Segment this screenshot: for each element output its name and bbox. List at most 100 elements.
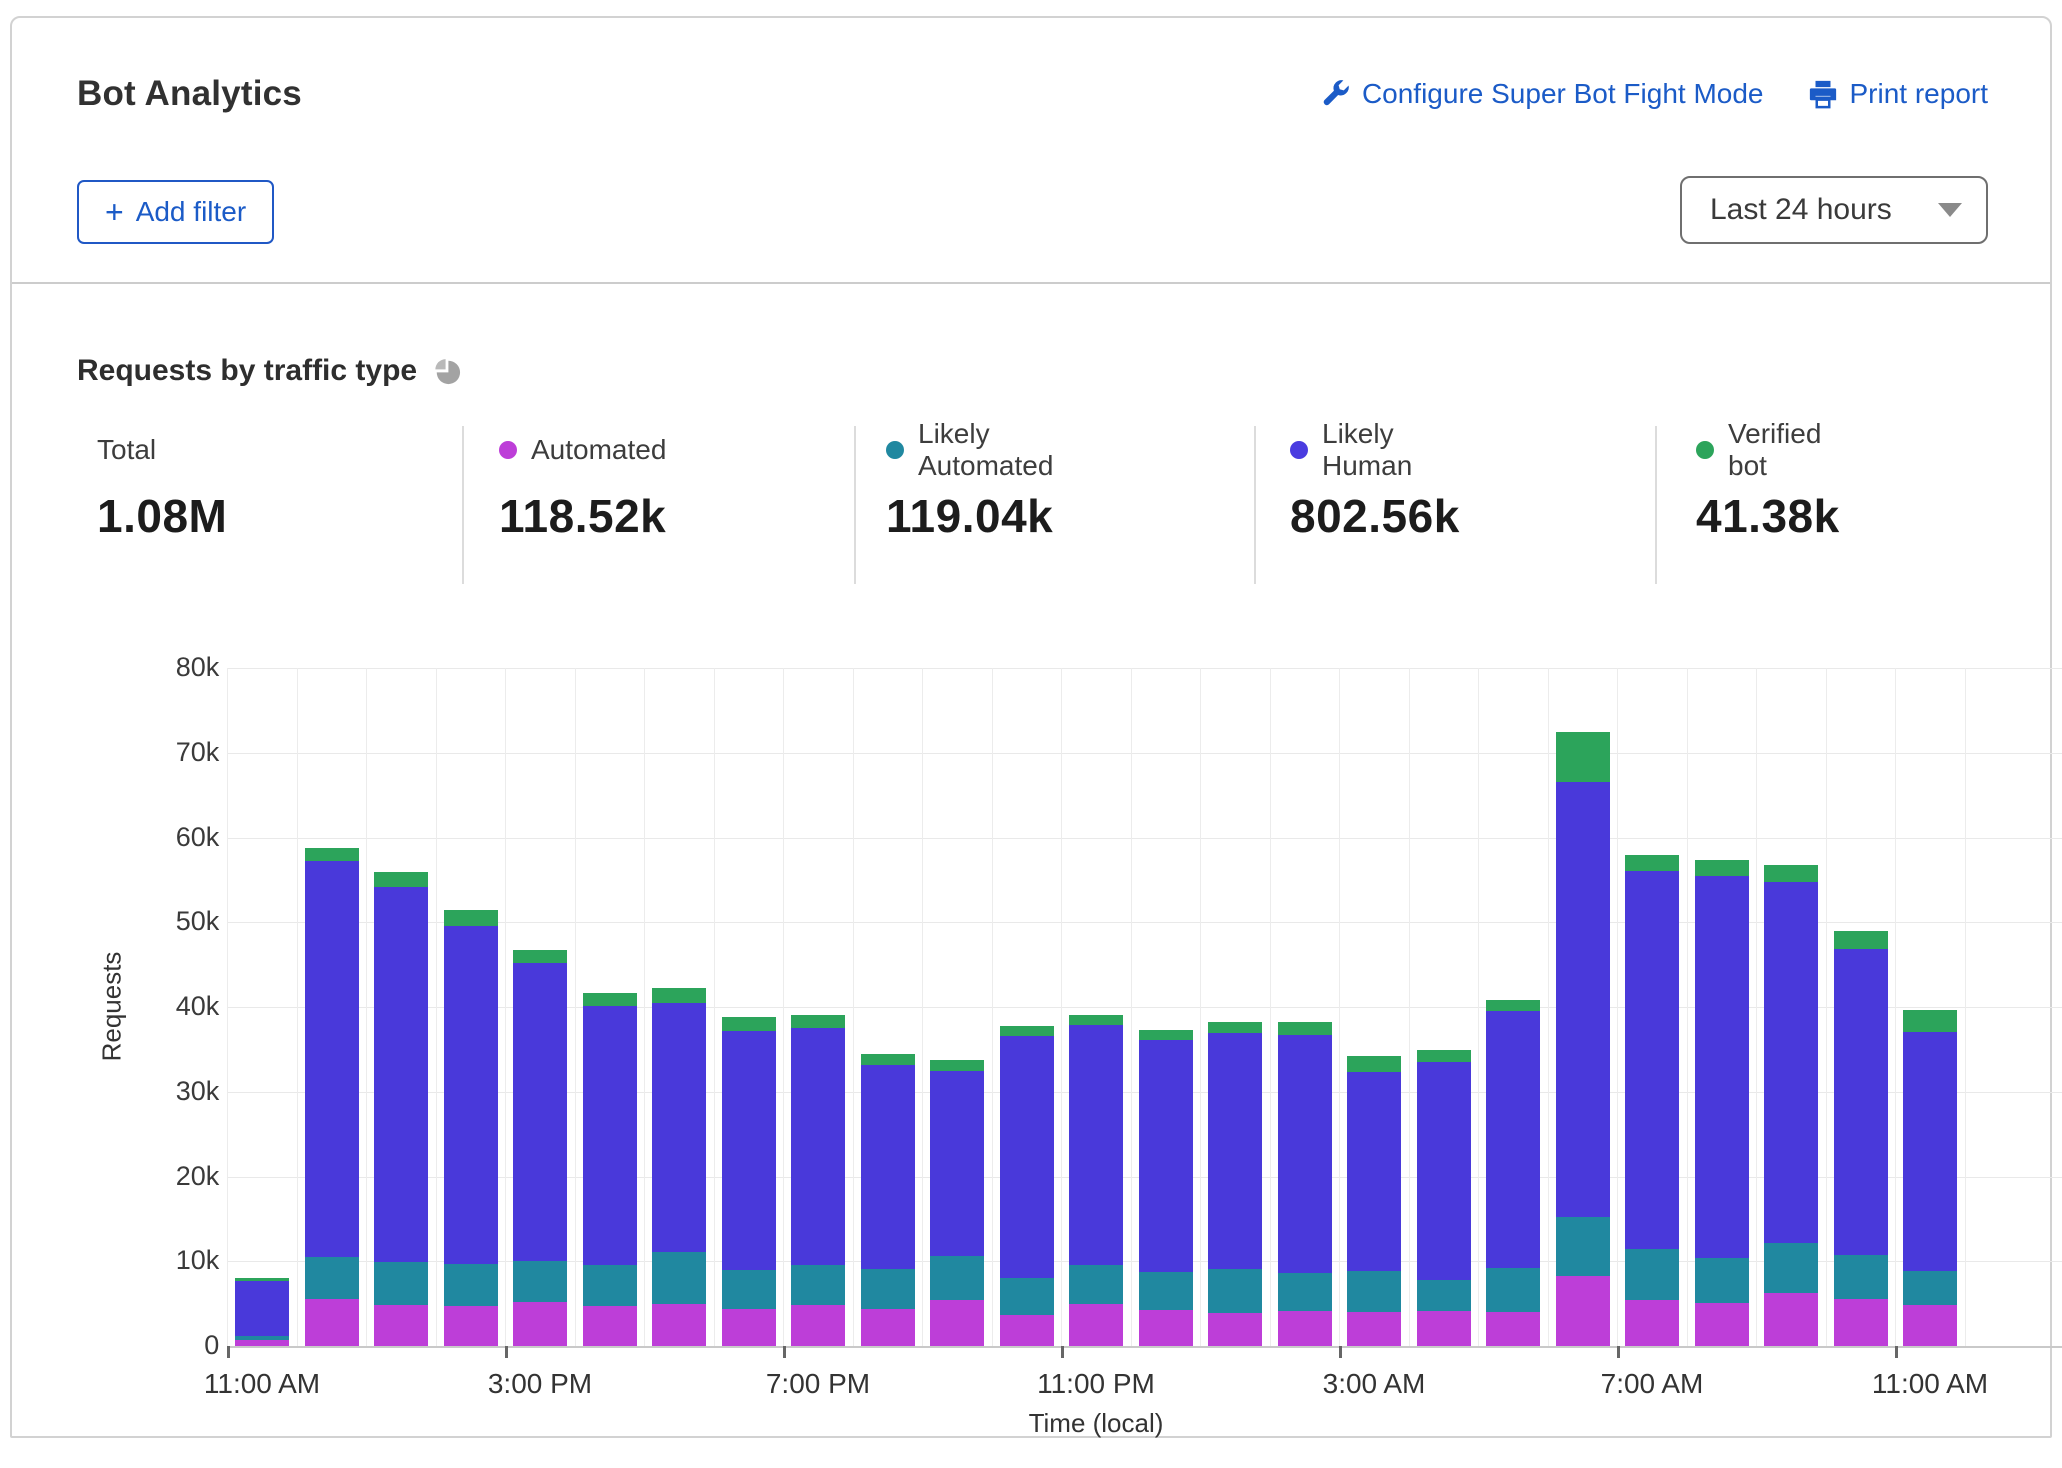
bar-segment-likely-automated[interactable] [374, 1262, 428, 1306]
bar-segment-likely-automated[interactable] [443, 1263, 498, 1307]
bar-segment-verified-bot[interactable] [1138, 1029, 1193, 1041]
bar-7-00-am[interactable] [1625, 855, 1679, 1346]
bar-segment-automated[interactable] [513, 1301, 567, 1346]
bar-segment-likely-automated[interactable] [513, 1261, 567, 1302]
bar-segment-likely-human[interactable] [791, 1028, 845, 1266]
bar-4-00-pm[interactable] [582, 992, 637, 1346]
bar-segment-likely-automated[interactable] [1694, 1257, 1749, 1303]
bar-segment-automated[interactable] [1764, 1293, 1818, 1346]
bar-segment-likely-human[interactable] [999, 1035, 1054, 1279]
bar-segment-likely-automated[interactable] [791, 1265, 845, 1306]
bar-segment-likely-automated[interactable] [930, 1256, 984, 1301]
bar-segment-automated[interactable] [930, 1300, 984, 1346]
bar-segment-automated[interactable] [1625, 1300, 1679, 1346]
bar-segment-automated[interactable] [443, 1306, 498, 1346]
bar-2-00-am[interactable] [1277, 1022, 1332, 1346]
bar-segment-likely-automated[interactable] [1347, 1270, 1401, 1313]
bar-segment-likely-automated[interactable] [304, 1257, 359, 1300]
bar-segment-verified-bot[interactable] [999, 1025, 1054, 1036]
bar-segment-verified-bot[interactable] [235, 1278, 289, 1281]
bar-segment-likely-human[interactable] [652, 1002, 706, 1252]
bar-segment-verified-bot[interactable] [1903, 1009, 1957, 1032]
bar-segment-likely-automated[interactable] [652, 1251, 706, 1304]
bar-segment-automated[interactable] [582, 1306, 637, 1346]
bar-segment-verified-bot[interactable] [1625, 855, 1679, 871]
bar-segment-likely-automated[interactable] [1208, 1268, 1262, 1313]
bar-segment-automated[interactable] [1486, 1312, 1540, 1346]
bar-segment-verified-bot[interactable] [1069, 1014, 1123, 1025]
bar-segment-automated[interactable] [1903, 1305, 1957, 1346]
bar-segment-likely-automated[interactable] [1416, 1279, 1471, 1312]
bar-segment-likely-human[interactable] [1277, 1034, 1332, 1274]
bar-3-00-pm[interactable] [513, 950, 567, 1346]
bar-5-00-am[interactable] [1486, 1000, 1540, 1346]
bar-segment-verified-bot[interactable] [374, 872, 428, 887]
bar-segment-likely-automated[interactable] [235, 1335, 289, 1341]
bar-1-00-pm[interactable] [374, 872, 428, 1346]
bar-segment-verified-bot[interactable] [652, 988, 706, 1003]
bar-segment-verified-bot[interactable] [304, 847, 359, 862]
bar-segment-verified-bot[interactable] [513, 950, 567, 963]
bar-segment-likely-human[interactable] [1208, 1033, 1262, 1269]
bar-segment-automated[interactable] [235, 1340, 289, 1346]
bar-segment-likely-human[interactable] [1555, 781, 1610, 1218]
bar-segment-likely-automated[interactable] [1486, 1268, 1540, 1313]
bar-segment-automated[interactable] [1138, 1310, 1193, 1346]
bar-segment-automated[interactable] [1277, 1311, 1332, 1346]
bar-12-00-pm[interactable] [304, 847, 359, 1346]
bar-segment-likely-human[interactable] [1764, 881, 1818, 1243]
bar-6-00-pm[interactable] [721, 1017, 776, 1346]
bar-segment-verified-bot[interactable] [1277, 1022, 1332, 1035]
bar-segment-automated[interactable] [374, 1305, 428, 1346]
bar-segment-verified-bot[interactable] [443, 910, 498, 927]
bar-segment-automated[interactable] [791, 1305, 845, 1346]
bar-segment-verified-bot[interactable] [791, 1015, 845, 1029]
bar-segment-likely-human[interactable] [1903, 1031, 1957, 1272]
bar-segment-automated[interactable] [1833, 1298, 1888, 1346]
bar-segment-likely-automated[interactable] [1277, 1273, 1332, 1312]
bar-segment-automated[interactable] [1208, 1312, 1262, 1346]
bar-segment-likely-automated[interactable] [999, 1278, 1054, 1315]
bar-segment-automated[interactable] [652, 1303, 706, 1346]
bar-segment-automated[interactable] [721, 1308, 776, 1346]
bar-10-00-pm[interactable] [999, 1025, 1054, 1346]
bar-11-00-pm[interactable] [1069, 1014, 1123, 1346]
bar-segment-likely-automated[interactable] [1764, 1242, 1818, 1294]
bar-2-00-pm[interactable] [443, 910, 498, 1346]
bar-segment-automated[interactable] [1694, 1302, 1749, 1346]
bar-segment-likely-human[interactable] [1416, 1062, 1471, 1280]
bar-segment-verified-bot[interactable] [721, 1017, 776, 1031]
bar-segment-likely-automated[interactable] [1625, 1249, 1679, 1301]
bar-8-00-pm[interactable] [860, 1053, 915, 1346]
bar-segment-verified-bot[interactable] [1833, 930, 1888, 949]
bar-segment-verified-bot[interactable] [1486, 1000, 1540, 1012]
bar-segment-verified-bot[interactable] [860, 1053, 915, 1065]
bar-segment-likely-human[interactable] [1138, 1040, 1193, 1273]
bar-segment-likely-automated[interactable] [860, 1268, 915, 1309]
bar-segment-likely-human[interactable] [443, 926, 498, 1264]
bar-11-00-am[interactable] [1903, 1009, 1957, 1346]
bar-6-00-am[interactable] [1555, 731, 1610, 1346]
bar-segment-likely-human[interactable] [513, 962, 567, 1262]
bar-5-00-pm[interactable] [652, 988, 706, 1346]
bar-segment-automated[interactable] [1347, 1312, 1401, 1346]
bar-4-00-am[interactable] [1416, 1050, 1471, 1346]
bar-segment-likely-automated[interactable] [582, 1264, 637, 1307]
bar-segment-likely-human[interactable] [1347, 1072, 1401, 1271]
bar-segment-automated[interactable] [860, 1308, 915, 1346]
bar-1-00-am[interactable] [1208, 1022, 1262, 1346]
bar-segment-likely-human[interactable] [374, 886, 428, 1263]
bar-segment-likely-human[interactable] [582, 1006, 637, 1265]
bar-segment-automated[interactable] [304, 1299, 359, 1346]
bar-8-00-am[interactable] [1694, 859, 1749, 1346]
bar-segment-likely-human[interactable] [721, 1030, 776, 1270]
bar-segment-verified-bot[interactable] [1416, 1050, 1471, 1063]
bar-segment-likely-human[interactable] [860, 1064, 915, 1269]
bar-segment-likely-automated[interactable] [1555, 1217, 1610, 1276]
bar-segment-automated[interactable] [1416, 1311, 1471, 1346]
bar-segment-verified-bot[interactable] [582, 992, 637, 1007]
bar-segment-verified-bot[interactable] [1764, 865, 1818, 882]
bar-segment-verified-bot[interactable] [930, 1060, 984, 1071]
bar-segment-automated[interactable] [1069, 1304, 1123, 1346]
bar-segment-likely-human[interactable] [1625, 870, 1679, 1250]
